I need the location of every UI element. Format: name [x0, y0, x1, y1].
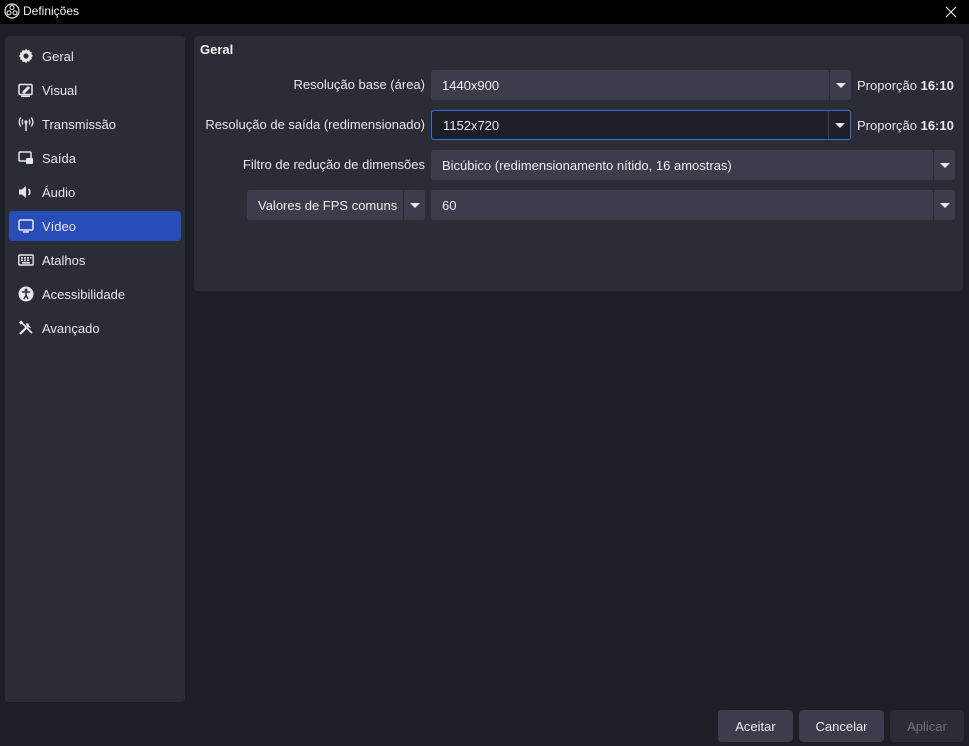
sidebar-item-label: Atalhos — [42, 252, 86, 268]
video-settings-panel: Geral Resolução base (área) 1440x900 Pro… — [194, 36, 963, 291]
fps-value: 60 — [442, 197, 457, 213]
base-aspect-ratio: Proporção 16:10 — [857, 78, 954, 93]
downscale-filter-label: Filtro de redução de dimensões — [242, 157, 425, 172]
sidebar-item-label: Vídeo — [42, 218, 76, 234]
output-resolution-label: Resolução de saída (redimensionado) — [205, 117, 425, 132]
fps-type-combobox[interactable]: Valores de FPS comuns — [247, 190, 425, 220]
broadcast-icon — [17, 115, 35, 133]
chevron-down-icon[interactable] — [829, 70, 851, 100]
chevron-down-icon[interactable] — [933, 190, 955, 220]
tools-icon — [17, 319, 35, 337]
sidebar-item-label: Visual — [42, 82, 78, 98]
output-resolution-value: 1152x720 — [443, 117, 500, 133]
title-bar: Definições — [0, 0, 969, 24]
chevron-down-icon[interactable] — [403, 190, 425, 220]
fps-type-value: Valores de FPS comuns — [258, 197, 398, 213]
base-resolution-value: 1440x900 — [442, 77, 500, 93]
keyboard-icon — [17, 251, 35, 269]
output-resolution-combobox[interactable]: 1152x720 — [431, 110, 851, 140]
accessibility-icon — [17, 285, 35, 303]
window-title: Definições — [23, 4, 80, 18]
fps-value-combobox[interactable]: 60 — [431, 190, 955, 220]
sidebar-item-video[interactable]: Vídeo — [9, 211, 181, 241]
output-aspect-ratio: Proporção 16:10 — [857, 118, 954, 133]
sidebar-item-label: Transmissão — [42, 116, 116, 132]
sidebar-item-label: Saída — [42, 150, 76, 166]
aspect-ratio-value: 16:10 — [920, 78, 954, 93]
sidebar-item-label: Geral — [42, 48, 74, 64]
sidebar-item-avancado[interactable]: Avançado — [9, 313, 181, 343]
monitor-icon — [17, 217, 35, 235]
sidebar-item-audio[interactable]: Áudio — [9, 177, 181, 207]
accept-button[interactable]: Aceitar — [718, 710, 793, 742]
sidebar-item-label: Avançado — [42, 320, 100, 336]
chevron-down-icon[interactable] — [933, 150, 955, 180]
appearance-icon — [17, 81, 35, 99]
sidebar-item-acessibilidade[interactable]: Acessibilidade — [9, 279, 181, 309]
base-resolution-label: Resolução base (área) — [293, 77, 425, 92]
settings-sidebar: Geral Visual Transmissão Saída Áudio Víd… — [5, 36, 185, 702]
obs-logo-icon — [4, 3, 20, 19]
sidebar-item-transmissao[interactable]: Transmissão — [9, 109, 181, 139]
gear-icon — [17, 47, 35, 65]
sidebar-item-label: Acessibilidade — [42, 286, 126, 302]
speaker-icon — [17, 183, 35, 201]
aspect-ratio-prefix: Proporção — [857, 118, 921, 133]
chevron-down-icon[interactable] — [828, 111, 850, 139]
downscale-filter-value: Bicúbico (redimensionamento nítido, 16 a… — [442, 157, 732, 173]
sidebar-item-saida[interactable]: Saída — [9, 143, 181, 173]
section-title: Geral — [200, 42, 234, 57]
downscale-filter-combobox[interactable]: Bicúbico (redimensionamento nítido, 16 a… — [431, 150, 955, 180]
output-icon — [17, 149, 35, 167]
cancel-button[interactable]: Cancelar — [799, 710, 884, 742]
apply-button[interactable]: Aplicar — [890, 710, 964, 742]
base-resolution-combobox[interactable]: 1440x900 — [431, 70, 851, 100]
sidebar-item-geral[interactable]: Geral — [9, 41, 181, 71]
sidebar-item-label: Áudio — [42, 184, 76, 200]
aspect-ratio-prefix: Proporção — [857, 78, 921, 93]
aspect-ratio-value: 16:10 — [920, 118, 954, 133]
sidebar-item-atalhos[interactable]: Atalhos — [9, 245, 181, 275]
sidebar-item-visual[interactable]: Visual — [9, 75, 181, 105]
close-icon[interactable] — [933, 0, 969, 24]
